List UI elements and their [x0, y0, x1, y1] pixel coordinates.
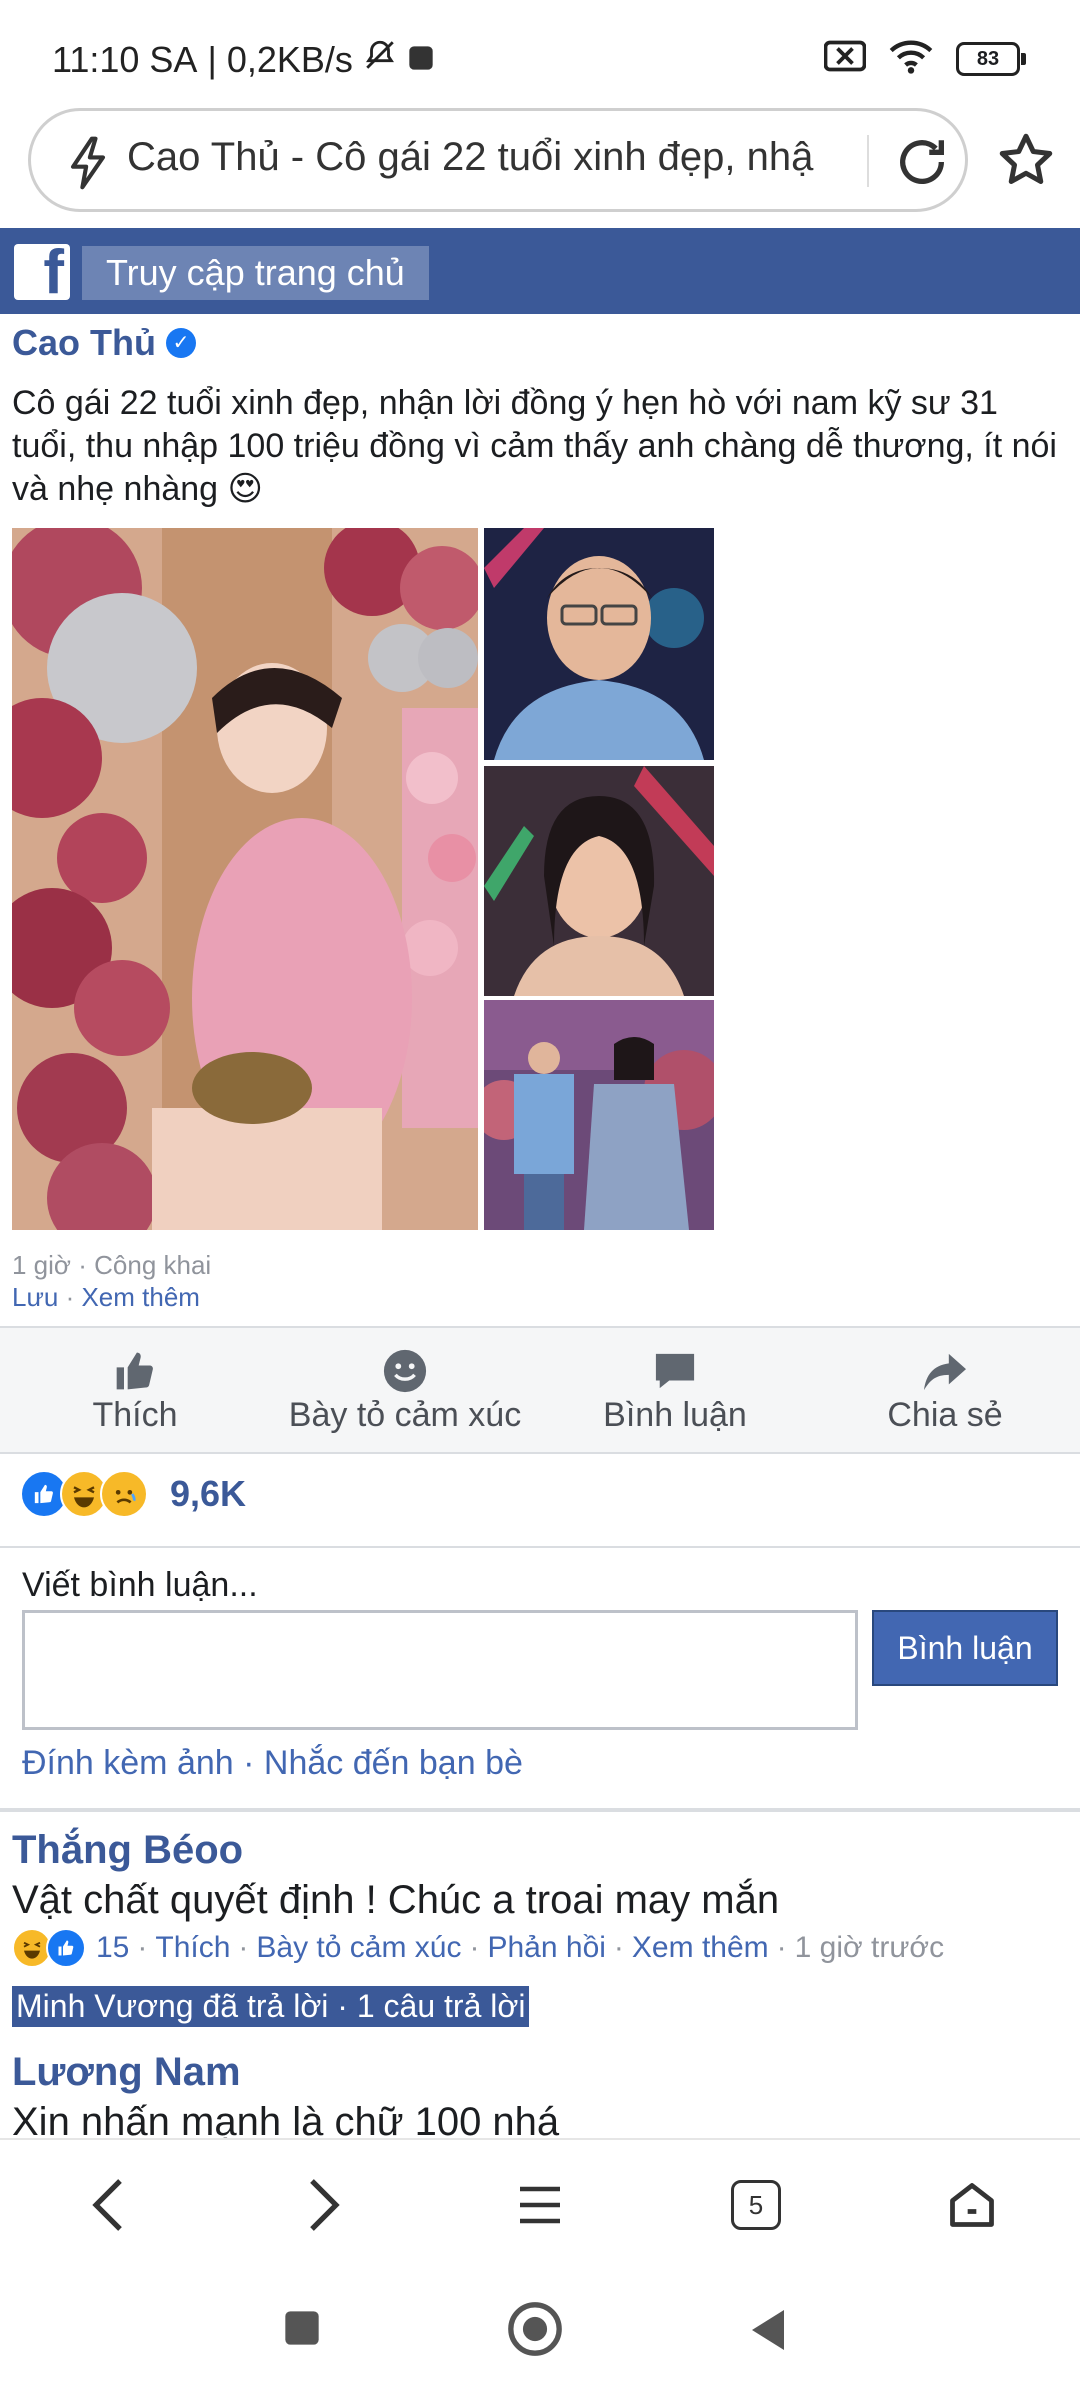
post-photo-main[interactable]	[12, 528, 478, 1230]
replies-link[interactable]: Minh Vương đã trả lời · 1 câu trả lời	[12, 1986, 530, 2027]
share-icon	[810, 1346, 1080, 1396]
smiley-icon	[270, 1346, 540, 1396]
wifi-icon	[888, 38, 934, 79]
status-time: 11:10 SA	[52, 38, 198, 80]
reaction-count[interactable]: 9,6K	[170, 1473, 246, 1515]
home-icon	[950, 2183, 994, 2227]
comment-author[interactable]: Lương Nam	[12, 2050, 241, 2095]
reload-icon[interactable]	[893, 133, 951, 196]
comment-reaction-count[interactable]: 15	[96, 1931, 129, 1965]
like-button[interactable]: Thích	[0, 1328, 270, 1452]
sim-blocked-icon	[823, 40, 867, 77]
home-button[interactable]	[912, 2145, 1032, 2265]
post-links: Lưu · Xem thêm	[12, 1282, 200, 1312]
notification-square-icon	[407, 39, 435, 81]
post-meta: 1 giờ · Công khai	[12, 1250, 212, 1280]
comment-form-links: Đính kèm ảnh · Nhắc đến bạn bè	[22, 1744, 523, 1782]
address-divider	[867, 135, 869, 187]
like-reaction-icon	[46, 1928, 86, 1968]
facebook-logo-icon[interactable]: f	[14, 244, 70, 300]
share-button[interactable]: Chia sẻ	[810, 1328, 1080, 1452]
comment-label: Bình luận	[603, 1396, 747, 1434]
menu-button[interactable]	[480, 2145, 600, 2265]
post-photo-woman[interactable]	[484, 766, 714, 996]
recents-square-icon[interactable]	[282, 2308, 322, 2353]
comment-button[interactable]: Bình luận	[540, 1328, 810, 1452]
comment-meta: 15 · Thích · Bày tỏ cảm xúc · Phản hồi ·…	[12, 1928, 944, 1968]
home-page-button[interactable]: Truy cập trang chủ	[82, 246, 429, 300]
post-author-name[interactable]: Cao Thủ	[12, 322, 156, 364]
post-time: 1 giờ	[12, 1250, 71, 1280]
comment-author[interactable]: Thắng Béoo	[12, 1828, 243, 1873]
comment-react-link[interactable]: Bày tỏ cảm xúc	[256, 1931, 461, 1965]
status-speed: 0,2KB/s	[226, 38, 353, 80]
reactions-summary[interactable]: 9,6K	[20, 1470, 246, 1518]
back-button[interactable]	[48, 2145, 168, 2265]
address-title[interactable]: Cao Thủ - Cô gái 22 tuổi xinh đẹp, nhậ	[127, 135, 887, 180]
status-right: 83	[823, 38, 1026, 79]
like-icon	[0, 1346, 270, 1396]
divider	[0, 1546, 1080, 1548]
see-more-link[interactable]: Xem thêm	[81, 1282, 200, 1312]
back-triangle-icon[interactable]	[748, 2308, 788, 2357]
comment-time: 1 giờ trước	[794, 1931, 945, 1964]
home-circle-icon[interactable]	[506, 2300, 564, 2363]
bolt-icon	[65, 135, 111, 196]
post-action-bar: Thích Bày tỏ cảm xúc Bình luận Chia sẻ	[0, 1326, 1080, 1454]
forward-button[interactable]	[264, 2145, 384, 2265]
submit-comment-button[interactable]: Bình luận	[872, 1610, 1058, 1686]
fb-header: f Truy cập trang chủ	[0, 228, 1080, 314]
system-nav-bar	[0, 2268, 1080, 2400]
comment-like-link[interactable]: Thích	[155, 1931, 230, 1965]
post-photo-couple[interactable]	[484, 1000, 714, 1230]
status-left: 11:10 SA | 0,2KB/s	[52, 38, 435, 81]
post-photo-man[interactable]	[484, 528, 714, 760]
post-text: Cô gái 22 tuổi xinh đẹp, nhận lời đồng ý…	[12, 384, 1057, 508]
save-link[interactable]: Lưu	[12, 1282, 58, 1312]
chevron-left-icon	[92, 2179, 122, 2231]
react-label: Bày tỏ cảm xúc	[288, 1396, 522, 1434]
comment-more-link[interactable]: Xem thêm	[632, 1931, 769, 1965]
comment-reply-link[interactable]: Phản hồi	[487, 1931, 605, 1965]
post-author[interactable]: Cao Thủ ✓	[12, 322, 196, 364]
address-bar[interactable]: Cao Thủ - Cô gái 22 tuổi xinh đẹp, nhậ	[28, 108, 968, 212]
chevron-right-icon	[310, 2179, 340, 2231]
bell-off-icon	[363, 38, 397, 81]
mention-friends-link[interactable]: Nhắc đến bạn bè	[264, 1744, 523, 1782]
tabs-button[interactable]: 5	[696, 2145, 816, 2265]
post-privacy: Công khai	[94, 1250, 212, 1280]
react-button[interactable]: Bày tỏ cảm xúc	[270, 1328, 540, 1452]
browser-bottom-nav: 5	[0, 2138, 1080, 2270]
verified-badge-icon: ✓	[165, 328, 196, 358]
attach-photo-link[interactable]: Đính kèm ảnh	[22, 1744, 234, 1782]
comment-input[interactable]	[22, 1610, 858, 1730]
status-separator: |	[207, 38, 217, 80]
tabs-icon: 5	[731, 2180, 781, 2230]
comment-icon	[540, 1346, 810, 1396]
comment-text: Vật chất quyết định ! Chúc a troai may m…	[12, 1878, 780, 1922]
bookmark-star-icon[interactable]	[996, 130, 1056, 195]
share-label: Chia sẻ	[887, 1396, 1003, 1434]
like-label: Thích	[92, 1396, 178, 1434]
battery-indicator: 83	[956, 41, 1026, 76]
divider	[0, 1808, 1080, 1812]
status-bar: 11:10 SA | 0,2KB/s 83	[0, 0, 1080, 110]
sad-reaction-icon	[100, 1470, 148, 1518]
comment-prompt: Viết bình luận...	[22, 1566, 258, 1604]
menu-icon	[520, 2186, 560, 2224]
